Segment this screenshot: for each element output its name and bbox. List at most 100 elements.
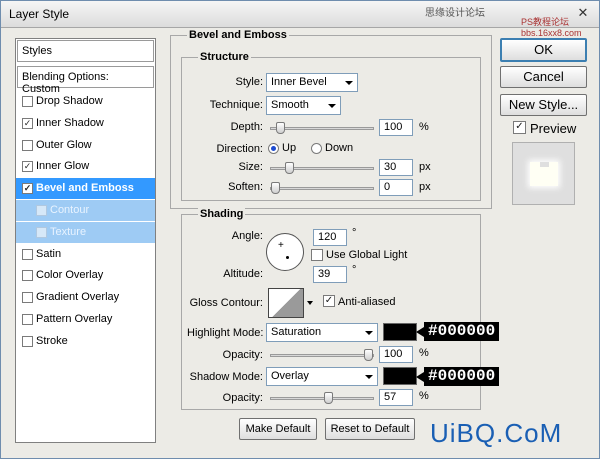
highlight-color-swatch[interactable]	[383, 323, 417, 341]
shadow-opacity-knob[interactable]	[324, 392, 333, 404]
style-item-checkbox[interactable]	[36, 226, 47, 238]
highlight-mode-dropdown[interactable]: Saturation	[266, 323, 378, 342]
gloss-contour-label: Gloss Contour:	[189, 297, 263, 309]
depth-slider-knob[interactable]	[275, 122, 285, 134]
shadow-opacity-slider[interactable]	[270, 392, 374, 404]
chevron-down-icon[interactable]	[307, 301, 313, 305]
reset-to-default-button[interactable]: Reset to Default	[325, 418, 415, 440]
shadow-color-swatch[interactable]	[383, 367, 417, 385]
shadow-opacity-input[interactable]: 57	[379, 389, 413, 406]
style-item-outer-glow[interactable]: Outer Glow	[16, 135, 155, 156]
soften-slider-knob[interactable]	[271, 182, 280, 194]
styles-header[interactable]: Styles	[17, 40, 154, 62]
chevron-down-icon	[365, 331, 373, 335]
style-item-label: Outer Glow	[36, 138, 92, 151]
blending-options-row[interactable]: Blending Options: Custom	[17, 66, 154, 95]
chevron-down-icon	[345, 81, 353, 85]
make-default-button[interactable]: Make Default	[239, 418, 317, 440]
style-item-checkbox[interactable]: ✓	[22, 183, 33, 195]
highlight-opacity-input[interactable]: 100	[379, 346, 413, 363]
shadow-mode-dropdown[interactable]: Overlay	[266, 367, 378, 386]
shadow-opacity-label: Opacity:	[222, 392, 263, 404]
style-item-label: Drop Shadow	[36, 95, 103, 107]
structure-title: Structure	[198, 51, 251, 63]
size-slider[interactable]	[270, 162, 374, 174]
style-item-contour[interactable]: Contour	[16, 200, 155, 221]
depth-input[interactable]: 100	[379, 119, 413, 136]
style-item-inner-glow[interactable]: ✓ Inner Glow	[16, 156, 155, 177]
cancel-button[interactable]: Cancel	[500, 66, 587, 88]
technique-dropdown[interactable]: Smooth	[266, 96, 341, 115]
style-item-checkbox[interactable]: ✓	[22, 161, 33, 173]
style-item-texture[interactable]: Texture	[16, 221, 155, 243]
styles-list: Styles Blending Options: Custom Drop Sha…	[15, 38, 156, 443]
style-item-label: Pattern Overlay	[36, 313, 113, 325]
direction-up-radio[interactable]	[268, 143, 279, 154]
depth-slider[interactable]	[270, 122, 374, 134]
window-title: Layer Style	[9, 7, 70, 21]
altitude-label: Altitude:	[223, 268, 263, 280]
style-item-label: Contour	[50, 204, 90, 216]
new-style-button[interactable]: New Style...	[500, 94, 587, 116]
style-item-stroke[interactable]: Stroke	[16, 331, 155, 352]
style-item-label: Inner Shadow	[36, 116, 104, 129]
preview-notch	[540, 162, 549, 167]
depth-unit: %	[419, 121, 429, 133]
angle-dial-dot	[286, 256, 289, 259]
direction-down-label: Down	[325, 142, 354, 154]
shadow-opacity-unit: %	[419, 390, 429, 402]
shadow-mode-label: Shadow Mode:	[189, 371, 263, 383]
altitude-input[interactable]: 39	[313, 266, 347, 283]
style-item-inner-shadow[interactable]: ✓ Inner Shadow	[16, 113, 155, 134]
gloss-contour-picker[interactable]	[268, 288, 304, 318]
style-item-label: Inner Glow	[36, 160, 90, 173]
chevron-down-icon	[328, 104, 336, 108]
size-input[interactable]: 30	[379, 159, 413, 176]
style-item-bevel-and-emboss[interactable]: ✓ Bevel and Emboss	[16, 178, 155, 200]
style-item-drop-shadow[interactable]: Drop Shadow	[16, 91, 155, 112]
style-item-satin[interactable]: Satin	[16, 244, 155, 265]
style-item-pattern-overlay[interactable]: Pattern Overlay	[16, 309, 155, 330]
highlight-opacity-knob[interactable]	[364, 349, 373, 361]
crosshair-icon: +	[278, 240, 284, 251]
soften-input[interactable]: 0	[379, 179, 413, 196]
style-dropdown[interactable]: Inner Bevel	[266, 73, 358, 92]
style-item-checkbox[interactable]	[22, 314, 33, 325]
style-label: Style:	[235, 76, 263, 88]
style-item-label: Gradient Overlay	[36, 291, 120, 304]
anti-aliased-checkbox[interactable]: ✓	[323, 295, 335, 307]
style-item-checkbox[interactable]	[22, 292, 33, 304]
ok-button[interactable]: OK	[500, 38, 587, 62]
style-item-color-overlay[interactable]: Color Overlay	[16, 265, 155, 286]
highlight-color-tag: #000000	[415, 322, 500, 341]
preview-thumbnail	[512, 142, 575, 205]
shading-title: Shading	[198, 208, 246, 220]
highlight-opacity-slider[interactable]	[270, 349, 374, 361]
angle-input[interactable]: 120	[313, 229, 347, 246]
style-item-checkbox[interactable]: ✓	[22, 117, 33, 129]
style-item-checkbox[interactable]	[22, 96, 33, 107]
technique-label: Technique:	[209, 99, 263, 111]
direction-up-label: Up	[282, 142, 297, 154]
style-item-label: Stroke	[36, 334, 68, 347]
style-item-checkbox[interactable]	[22, 248, 33, 260]
size-unit: px	[419, 161, 431, 173]
style-item-checkbox[interactable]	[36, 205, 47, 216]
size-label: Size:	[238, 161, 263, 173]
size-slider-knob[interactable]	[284, 162, 294, 174]
close-icon[interactable]: ✕	[574, 6, 592, 22]
style-item-label: Bevel and Emboss	[36, 182, 134, 195]
angle-dial[interactable]: +	[266, 233, 304, 271]
use-global-light-checkbox[interactable]	[311, 249, 323, 261]
style-item-gradient-overlay[interactable]: Gradient Overlay	[16, 287, 155, 308]
preview-checkbox[interactable]: ✓	[513, 121, 526, 134]
style-item-checkbox[interactable]	[22, 270, 33, 282]
style-item-checkbox[interactable]	[22, 139, 33, 151]
highlight-mode-value: Saturation	[271, 326, 322, 338]
bevel-emboss-title: Bevel and Emboss	[187, 29, 289, 41]
style-item-checkbox[interactable]	[22, 335, 33, 347]
direction-down-radio[interactable]	[311, 143, 322, 154]
soften-slider[interactable]	[270, 182, 374, 194]
technique-dropdown-value: Smooth	[271, 99, 309, 111]
angle-unit: °	[352, 227, 357, 239]
